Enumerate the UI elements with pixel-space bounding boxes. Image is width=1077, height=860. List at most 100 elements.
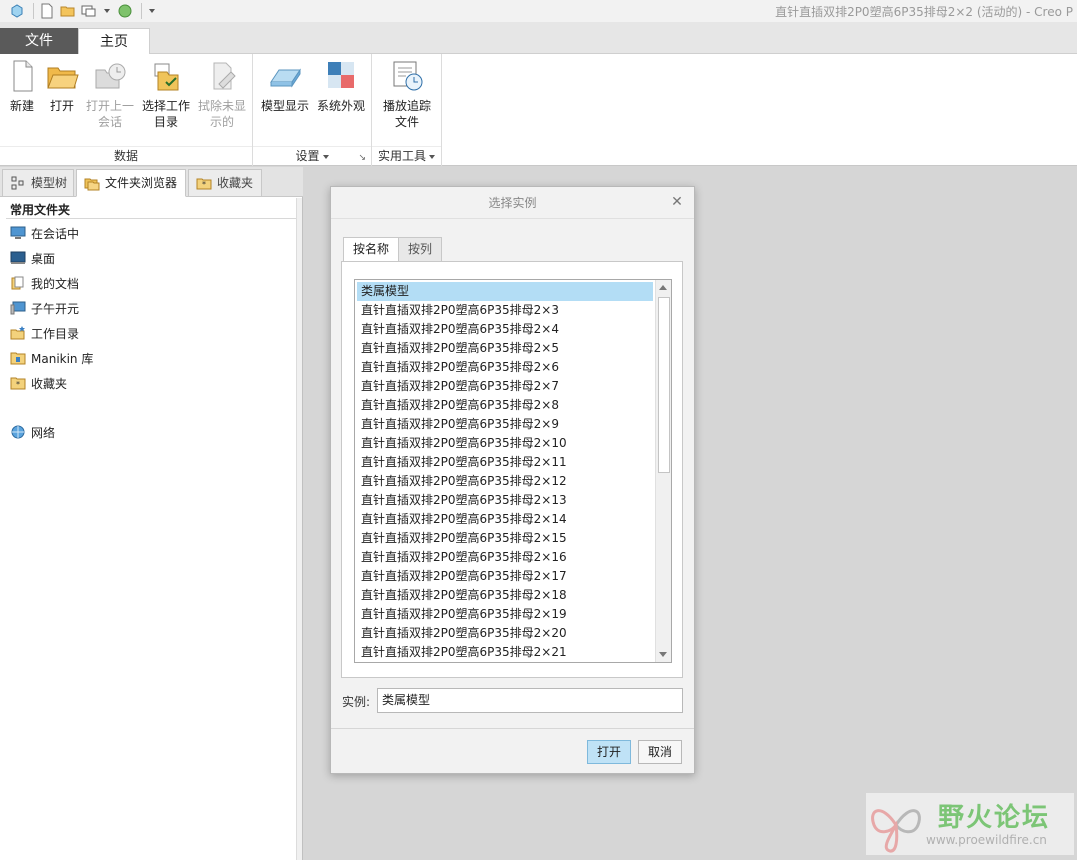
list-item[interactable]: 直针直插双排2P0塑高6P35排母2×14 bbox=[357, 510, 653, 529]
cube-icon[interactable] bbox=[8, 2, 26, 20]
model-display-label: 模型显示 bbox=[260, 99, 309, 113]
tab-home[interactable]: 主页 bbox=[78, 28, 150, 55]
instance-field[interactable]: 类属模型 bbox=[377, 688, 683, 713]
list-item[interactable]: 直针直插双排2P0塑高6P35排母2×10 bbox=[357, 434, 653, 453]
system-appearance-button[interactable]: 系统外观 bbox=[315, 58, 367, 114]
tab-folder-browser[interactable]: 文件夹浏览器 bbox=[76, 169, 186, 197]
chevron-down-icon bbox=[429, 154, 435, 159]
folder-item-network[interactable]: 网络 bbox=[10, 422, 55, 442]
library-icon bbox=[10, 352, 26, 365]
group-label-data: 数据 bbox=[0, 146, 252, 164]
tab-by-column[interactable]: 按列 bbox=[398, 237, 443, 262]
list-item[interactable]: 直针直插双排2P0塑高6P35排母2×16 bbox=[357, 548, 653, 567]
close-icon[interactable]: ✕ bbox=[670, 195, 684, 209]
list-item-selected[interactable]: 类属模型 bbox=[357, 282, 653, 301]
playback-trail-label-2: 文件 bbox=[394, 115, 419, 129]
folder-item-label: 子午开元 bbox=[31, 301, 80, 316]
window-title: 直针直插双排2P0塑高6P35排母2×2 (活动的) - Creo P bbox=[775, 5, 1073, 19]
erase-not-displayed-label-1: 拭除未显 bbox=[197, 99, 246, 113]
window-icon[interactable] bbox=[80, 2, 98, 20]
erase-not-displayed-button[interactable]: 拭除未显 示的 bbox=[196, 58, 248, 130]
instance-list[interactable]: 类属模型 直针直插双排2P0塑高6P35排母2×3 直针直插双排2P0塑高6P35排… bbox=[354, 279, 672, 663]
open-last-session-icon bbox=[95, 63, 126, 89]
list-item[interactable]: 直针直插双排2P0塑高6P35排母2×9 bbox=[357, 415, 653, 434]
favorites-icon: * bbox=[10, 377, 26, 390]
list-item[interactable]: 直针直插双排2P0塑高6P35排母2×20 bbox=[357, 624, 653, 643]
navigator-scrollbar[interactable] bbox=[296, 198, 302, 860]
desktop-icon bbox=[10, 251, 26, 264]
list-item[interactable]: 直针直插双排2P0塑高6P35排母2×5 bbox=[357, 339, 653, 358]
scroll-up-icon[interactable] bbox=[659, 285, 667, 290]
ribbon-group-data: 新建 打开 打开上一 会话 选择工作 目录 拭除未显 示的 数据 bbox=[0, 54, 253, 166]
list-item[interactable]: 直针直插双排2P0塑高6P35排母2×6 bbox=[357, 358, 653, 377]
svg-text:*: * bbox=[202, 180, 206, 189]
model-display-icon bbox=[270, 68, 301, 88]
list-item[interactable]: 直针直插双排2P0塑高6P35排母2×3 bbox=[357, 301, 653, 320]
new-file-icon[interactable] bbox=[38, 2, 56, 20]
list-item[interactable]: 直针直插双排2P0塑高6P35排母2×8 bbox=[357, 396, 653, 415]
open-last-session-button[interactable]: 打开上一 会话 bbox=[84, 58, 136, 130]
tab-model-tree[interactable]: 模型树 bbox=[2, 169, 74, 197]
list-item[interactable]: 直针直插双排2P0塑高6P35排母2×7 bbox=[357, 377, 653, 396]
documents-icon bbox=[11, 276, 24, 290]
open-folder-icon[interactable] bbox=[59, 2, 77, 20]
list-item[interactable]: 直针直插双排2P0塑高6P35排母2×12 bbox=[357, 472, 653, 491]
folder-item-working-directory[interactable]: 工作目录 bbox=[10, 323, 79, 343]
list-item[interactable]: 直针直插双排2P0塑高6P35排母2×18 bbox=[357, 586, 653, 605]
dialog-launcher-icon[interactable]: ↘ bbox=[358, 149, 366, 167]
cancel-button[interactable]: 取消 bbox=[638, 740, 682, 764]
list-item[interactable]: 直针直插双排2P0塑高6P35排母2×15 bbox=[357, 529, 653, 548]
watermark-text: 野火论坛 bbox=[938, 803, 1051, 833]
model-display-button[interactable]: 模型显示 bbox=[259, 58, 311, 114]
dialog-title: 选择实例 bbox=[331, 187, 694, 219]
navigator-panel: 模型树 文件夹浏览器 * 收藏夹 常用文件夹 在会话中 桌面 我的文档 子午开元… bbox=[0, 167, 303, 860]
new-button[interactable]: 新建 bbox=[4, 58, 40, 114]
folder-item-favorites[interactable]: * 收藏夹 bbox=[10, 373, 67, 393]
group-label-utilities[interactable]: 实用工具 bbox=[372, 146, 441, 164]
list-item[interactable]: 直针直插双排2P0塑高6P35排母2×17 bbox=[357, 567, 653, 586]
list-item[interactable]: 直针直插双排2P0塑高6P35排母2×19 bbox=[357, 605, 653, 624]
system-appearance-label: 系统外观 bbox=[316, 99, 365, 113]
select-working-directory-button[interactable]: 选择工作 目录 bbox=[138, 58, 194, 130]
folder-item-in-session[interactable]: 在会话中 bbox=[10, 223, 79, 243]
folder-item-desktop[interactable]: 桌面 bbox=[10, 248, 55, 268]
new-label: 新建 bbox=[9, 99, 34, 113]
open-button[interactable]: 打开 bbox=[44, 58, 80, 114]
folder-item-my-documents[interactable]: 我的文档 bbox=[10, 273, 79, 293]
tab-file[interactable]: 文件 bbox=[0, 28, 78, 54]
scroll-down-icon[interactable] bbox=[659, 652, 667, 657]
network-icon bbox=[11, 425, 25, 439]
folder-item-label: 收藏夹 bbox=[31, 376, 68, 391]
folder-item-label: 在会话中 bbox=[31, 226, 80, 241]
quick-access-toolbar bbox=[8, 2, 155, 20]
erase-not-displayed-label-2: 示的 bbox=[209, 115, 234, 129]
tab-by-name[interactable]: 按名称 bbox=[343, 237, 400, 262]
toolbar-separator bbox=[33, 3, 34, 19]
tab-model-tree-label: 模型树 bbox=[31, 176, 68, 190]
settings-label: 设置 bbox=[295, 149, 320, 163]
scroll-thumb[interactable] bbox=[658, 297, 670, 473]
navigator-tabs: 模型树 文件夹浏览器 * 收藏夹 bbox=[0, 167, 303, 197]
folder-item-manikin-library[interactable]: Manikin 库 bbox=[10, 348, 93, 368]
select-directory-icon bbox=[154, 63, 179, 91]
open-button[interactable]: 打开 bbox=[587, 740, 631, 764]
list-item[interactable]: 直针直插双排2P0塑高6P35排母2×21 bbox=[357, 643, 653, 662]
list-scrollbar[interactable] bbox=[655, 280, 671, 662]
tab-favorites-label: 收藏夹 bbox=[217, 176, 254, 190]
playback-trail-file-button[interactable]: 播放追踪 文件 bbox=[378, 58, 436, 130]
folder-item-computer[interactable]: 子午开元 bbox=[10, 298, 79, 318]
tab-folder-browser-label: 文件夹浏览器 bbox=[105, 176, 178, 190]
folder-item-label: Manikin 库 bbox=[31, 351, 94, 366]
tab-favorites[interactable]: * 收藏夹 bbox=[188, 169, 262, 197]
list-item[interactable]: 直针直插双排2P0塑高6P35排母2×13 bbox=[357, 491, 653, 510]
list-item[interactable]: 直针直插双排2P0塑高6P35排母2×11 bbox=[357, 453, 653, 472]
title-bar: 直针直插双排2P0塑高6P35排母2×2 (活动的) - Creo P bbox=[0, 0, 1077, 22]
customize-icon[interactable] bbox=[149, 9, 155, 13]
ribbon: 新建 打开 打开上一 会话 选择工作 目录 拭除未显 示的 数据 模型显示 系统… bbox=[0, 54, 1077, 166]
regenerate-icon[interactable] bbox=[116, 2, 134, 20]
playback-trail-icon bbox=[393, 61, 423, 91]
folder-item-label: 工作目录 bbox=[31, 326, 80, 341]
group-label-settings[interactable]: 设置 ↘ bbox=[253, 146, 371, 164]
chevron-down-icon[interactable] bbox=[104, 9, 110, 13]
list-item[interactable]: 直针直插双排2P0塑高6P35排母2×4 bbox=[357, 320, 653, 339]
